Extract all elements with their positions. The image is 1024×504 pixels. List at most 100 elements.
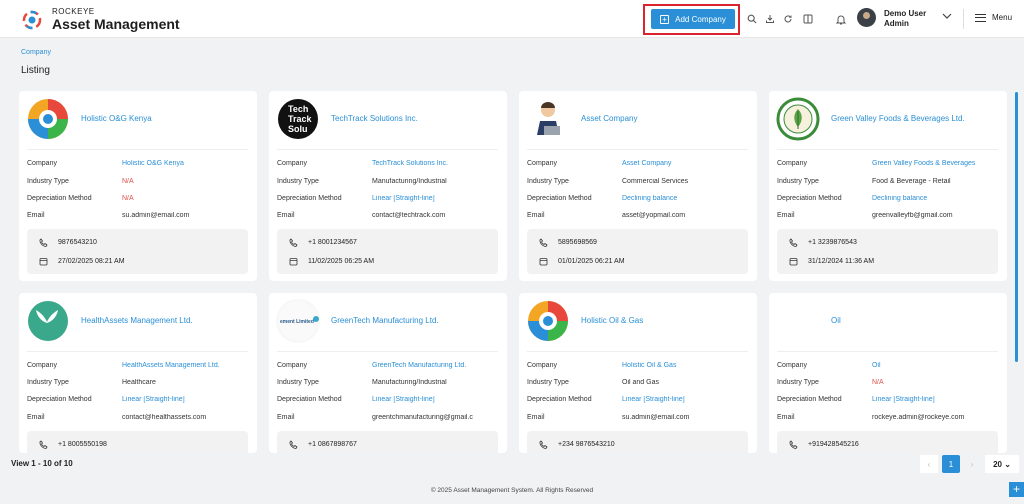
refresh-icon[interactable] bbox=[782, 13, 794, 25]
company-title[interactable]: Asset Company bbox=[581, 114, 637, 123]
scrollbar[interactable] bbox=[1015, 92, 1018, 362]
brand-subtitle: ROCKEYE bbox=[52, 7, 95, 16]
label-company: Company bbox=[777, 362, 807, 369]
phone-icon bbox=[539, 440, 548, 449]
company-title[interactable]: HealthAssets Management Ltd. bbox=[81, 316, 193, 325]
company-logo bbox=[526, 299, 570, 343]
label-email: Email bbox=[277, 212, 295, 219]
label-industry: Industry Type bbox=[777, 379, 819, 386]
date-value: 31/12/2024 11:36 AM bbox=[808, 258, 875, 265]
email-value: rockeye.admin@rockeye.com bbox=[872, 414, 965, 421]
company-card[interactable]: Holistic Oil & Gas Company Holistic Oil &… bbox=[519, 293, 757, 453]
prev-page-button[interactable]: ‹ bbox=[920, 455, 938, 473]
menu-label: Menu bbox=[992, 13, 1013, 22]
contact-box: 9876543210 27/02/2025 08:21 AM bbox=[27, 229, 248, 274]
brand-title: Asset Management bbox=[52, 16, 180, 32]
industry-value: N/A bbox=[122, 178, 134, 185]
phone-icon bbox=[289, 238, 298, 247]
user-name[interactable]: Demo User bbox=[884, 9, 926, 19]
company-value[interactable]: Asset Company bbox=[622, 160, 747, 167]
company-value[interactable]: Holistic Oil & Gas bbox=[622, 362, 747, 369]
download-icon[interactable] bbox=[764, 13, 776, 25]
floating-add-button[interactable]: + bbox=[1009, 482, 1024, 497]
phone-value: 9876543210 bbox=[58, 239, 97, 246]
breadcrumb[interactable]: Company bbox=[21, 49, 51, 56]
company-title[interactable]: GreenTech Manufacturing Ltd. bbox=[331, 316, 439, 325]
company-value[interactable]: Holistic O&G Kenya bbox=[122, 160, 247, 167]
phone-icon bbox=[789, 440, 798, 449]
company-card[interactable]: ement Limited GreenTech Manufacturing Lt… bbox=[269, 293, 507, 453]
add-company-button[interactable]: + Add Company bbox=[651, 9, 735, 29]
phone-value: +234 9876543210 bbox=[558, 441, 615, 448]
email-value: greenvalleyfb@gmail.com bbox=[872, 212, 953, 219]
company-value[interactable]: Oil bbox=[872, 362, 997, 369]
company-title[interactable]: Oil bbox=[831, 316, 841, 325]
label-depreciation: Depreciation Method bbox=[777, 396, 842, 403]
menu-button[interactable]: Menu bbox=[975, 13, 1012, 22]
company-card[interactable]: HealthAssets Management Ltd. Company Heal… bbox=[19, 293, 257, 453]
label-depreciation: Depreciation Method bbox=[27, 396, 92, 403]
company-value[interactable]: TechTrack Solutions Inc. bbox=[372, 160, 497, 167]
depreciation-value: Linear [Straight-line] bbox=[872, 396, 935, 403]
columns-icon[interactable] bbox=[802, 13, 814, 25]
bell-icon[interactable] bbox=[835, 13, 847, 25]
industry-value: Healthcare bbox=[122, 379, 156, 386]
label-depreciation: Depreciation Method bbox=[27, 195, 92, 202]
contact-box: +1 3239876543 31/12/2024 11:36 AM bbox=[777, 229, 998, 274]
search-icon[interactable] bbox=[746, 13, 758, 25]
company-card[interactable]: Tech Track Solu TechTrack Solutions Inc.… bbox=[269, 91, 507, 281]
calendar-icon bbox=[289, 258, 298, 266]
depreciation-value: Linear [Straight-line] bbox=[372, 195, 435, 202]
card-divider bbox=[777, 351, 998, 352]
label-email: Email bbox=[527, 414, 545, 421]
hamburger-icon bbox=[975, 13, 986, 22]
chevron-down-icon[interactable] bbox=[942, 12, 952, 22]
company-value[interactable]: Green Valley Foods & Beverages bbox=[872, 160, 997, 167]
current-page-button[interactable]: 1 bbox=[942, 455, 960, 473]
company-title[interactable]: Green Valley Foods & Beverages Ltd. bbox=[831, 114, 965, 123]
phone-icon bbox=[539, 238, 548, 247]
company-value[interactable]: HealthAssets Management Ltd. bbox=[122, 362, 247, 369]
label-email: Email bbox=[27, 212, 45, 219]
industry-value: Manufacturing/Industrial bbox=[372, 178, 447, 185]
label-depreciation: Depreciation Method bbox=[777, 195, 842, 202]
company-logo: ement Limited bbox=[276, 299, 320, 343]
phone-value: +1 0867898767 bbox=[308, 441, 357, 448]
label-company: Company bbox=[27, 362, 57, 369]
industry-value: Oil and Gas bbox=[622, 379, 659, 386]
company-card[interactable]: Green Valley Foods & Beverages Ltd. Comp… bbox=[769, 91, 1007, 281]
plus-icon: + bbox=[660, 14, 670, 24]
company-logo: Tech Track Solu bbox=[276, 97, 320, 141]
avatar[interactable] bbox=[857, 8, 876, 27]
calendar-icon bbox=[39, 258, 48, 266]
company-logo bbox=[26, 97, 70, 141]
depreciation-value: Declining balance bbox=[622, 195, 678, 202]
brand[interactable]: ROCKEYE Asset Management bbox=[22, 7, 180, 32]
label-email: Email bbox=[277, 414, 295, 421]
company-value[interactable]: GreenTech Manufacturing Ltd. bbox=[372, 362, 497, 369]
svg-text:Solu: Solu bbox=[288, 124, 308, 134]
contact-box: +919428545216 bbox=[777, 431, 998, 453]
email-value: su.admin@email.com bbox=[622, 414, 690, 421]
depreciation-value: Linear [Straight-line] bbox=[122, 396, 185, 403]
company-title[interactable]: TechTrack Solutions Inc. bbox=[331, 114, 418, 123]
company-title[interactable]: Holistic Oil & Gas bbox=[581, 316, 643, 325]
next-page-button[interactable]: › bbox=[964, 455, 980, 473]
label-email: Email bbox=[527, 212, 545, 219]
email-value: contact@healthassets.com bbox=[122, 414, 207, 421]
phone-value: 5895698569 bbox=[558, 239, 597, 246]
date-value: 11/02/2025 06:25 AM bbox=[308, 258, 375, 265]
phone-value: +1 8005550198 bbox=[58, 441, 107, 448]
label-industry: Industry Type bbox=[777, 178, 819, 185]
depreciation-value: Linear [Straight-line] bbox=[622, 396, 685, 403]
company-title[interactable]: Holistic O&G Kenya bbox=[81, 114, 152, 123]
date-value: 27/02/2025 08:21 AM bbox=[58, 258, 125, 265]
calendar-icon bbox=[789, 258, 798, 266]
email-value: su.admin@email.com bbox=[122, 212, 190, 219]
page-size-select[interactable]: 20 ⌄ bbox=[985, 455, 1019, 473]
company-card[interactable]: Holistic O&G Kenya Company Holistic O&G K… bbox=[19, 91, 257, 281]
company-card[interactable]: Oil Company Oil Industry Type N/A Deprecia… bbox=[769, 293, 1007, 453]
company-card[interactable]: Asset Company Company Asset Company Indus… bbox=[519, 91, 757, 281]
label-industry: Industry Type bbox=[27, 178, 69, 185]
label-company: Company bbox=[27, 160, 57, 167]
